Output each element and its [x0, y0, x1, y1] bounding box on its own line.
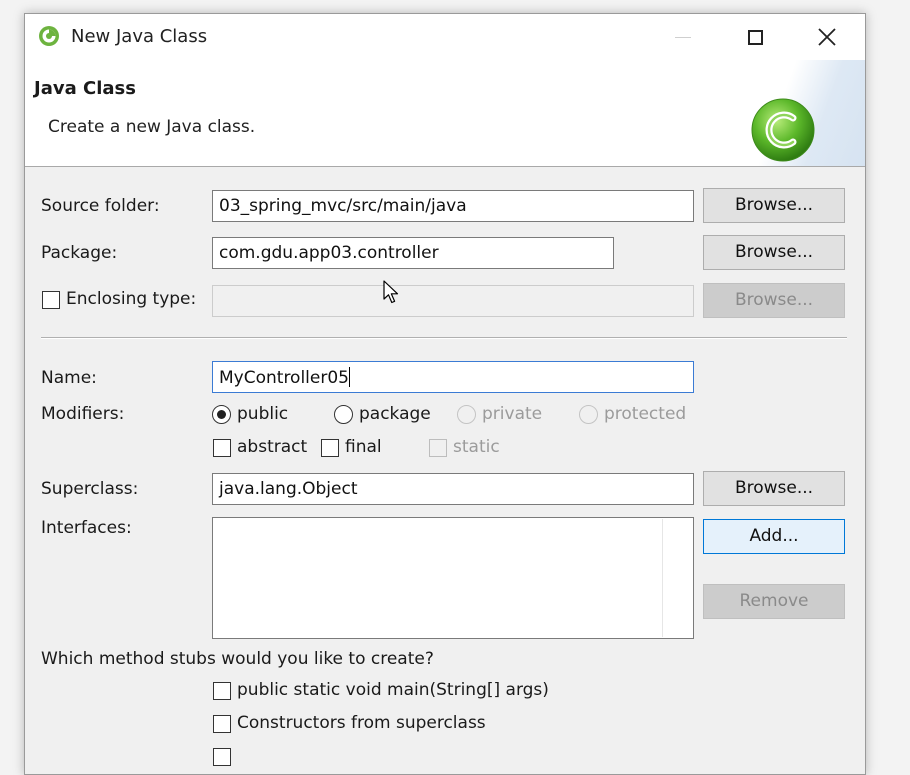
- modifier-protected-radio: [579, 405, 598, 424]
- package-label: Package:: [41, 243, 118, 263]
- wizard-title: Java Class: [34, 78, 136, 99]
- enclosing-type-input: [212, 285, 694, 317]
- name-input[interactable]: MyController05: [212, 361, 694, 393]
- modifier-static-checkbox: [429, 439, 447, 457]
- modifiers-label: Modifiers:: [41, 404, 125, 424]
- modifier-package-label: package: [359, 404, 431, 424]
- minimize-icon: [675, 36, 691, 38]
- modifier-private-label: private: [482, 404, 543, 424]
- superclass-input[interactable]: java.lang.Object: [212, 473, 694, 505]
- source-folder-input[interactable]: 03_spring_mvc/src/main/java: [212, 190, 694, 222]
- name-value: MyController05: [219, 368, 349, 388]
- separator: [41, 337, 847, 339]
- modifier-public-radio[interactable]: [212, 405, 231, 424]
- modifier-package-radio[interactable]: [334, 405, 353, 424]
- stub-main-label: public static void main(String[] args): [237, 680, 549, 700]
- maximize-icon: [747, 29, 763, 45]
- modifier-abstract-label: abstract: [237, 437, 308, 457]
- modifier-static-label: static: [453, 437, 500, 457]
- enclosing-type-browse-button: Browse...: [703, 283, 845, 318]
- interfaces-list[interactable]: [212, 517, 694, 639]
- superclass-browse-button[interactable]: Browse...: [703, 471, 845, 506]
- window-title: New Java Class: [71, 26, 208, 47]
- enclosing-type-label: Enclosing type:: [66, 289, 197, 309]
- title-bar: New Java Class: [25, 14, 865, 60]
- stub-main-checkbox[interactable]: [213, 682, 231, 700]
- modifier-protected-label: protected: [604, 404, 687, 424]
- interfaces-add-button[interactable]: Add...: [703, 519, 845, 554]
- name-label: Name:: [41, 368, 97, 388]
- superclass-label: Superclass:: [41, 479, 139, 499]
- stub-constructors-checkbox[interactable]: [213, 715, 231, 733]
- modifier-public-label: public: [237, 404, 289, 424]
- package-input[interactable]: com.gdu.app03.controller: [212, 237, 614, 269]
- new-java-class-dialog: New Java Class Java Class Create a new J…: [24, 13, 866, 775]
- maximize-button[interactable]: [725, 14, 785, 60]
- close-button[interactable]: [797, 14, 857, 60]
- method-stubs-question: Which method stubs would you like to cre…: [41, 649, 434, 669]
- wizard-description: Create a new Java class.: [48, 117, 256, 137]
- stub-inherited-checkbox[interactable]: [213, 748, 231, 766]
- enclosing-type-checkbox[interactable]: [42, 291, 60, 309]
- source-folder-browse-button[interactable]: Browse...: [703, 188, 845, 223]
- close-icon: [818, 28, 836, 46]
- mouse-pointer-icon: [383, 280, 399, 304]
- text-caret: [348, 367, 350, 387]
- source-folder-label: Source folder:: [41, 196, 160, 216]
- package-browse-button[interactable]: Browse...: [703, 235, 845, 270]
- modifier-private-radio: [457, 405, 476, 424]
- minimize-button[interactable]: [653, 14, 713, 60]
- stub-constructors-label: Constructors from superclass: [237, 713, 486, 733]
- spring-eclipse-icon: [39, 26, 59, 46]
- wizard-header: Java Class Create a new Java class.: [25, 60, 865, 167]
- interfaces-label: Interfaces:: [41, 518, 132, 538]
- modifier-final-label: final: [345, 437, 382, 457]
- interfaces-remove-button: Remove: [703, 584, 845, 619]
- modifier-abstract-checkbox[interactable]: [213, 439, 231, 457]
- modifier-final-checkbox[interactable]: [321, 439, 339, 457]
- java-class-icon: [751, 98, 815, 162]
